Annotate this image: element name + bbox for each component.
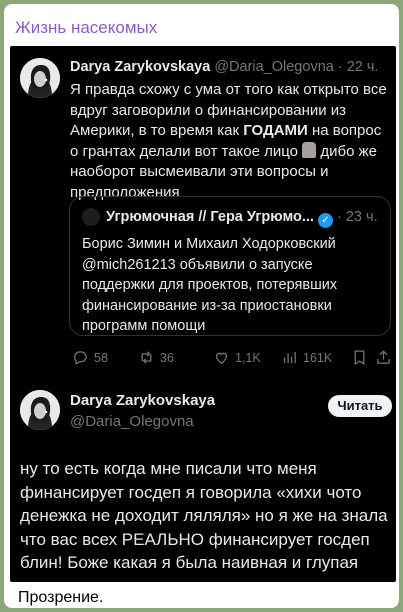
- quote-time: · 23 ч.: [337, 209, 378, 225]
- bookmark-button[interactable]: [351, 349, 368, 366]
- channel-name[interactable]: Жизнь насекомых: [15, 18, 157, 38]
- like-button[interactable]: 1,1K: [213, 349, 261, 366]
- tweet-text: Я правда схожу с ума от того как открыто…: [70, 80, 392, 203]
- quote-header: Угрюмочная // Гера Угрюмо... ✓ · 23 ч.: [106, 209, 378, 228]
- views-count: 161K: [303, 350, 333, 365]
- quoted-tweet[interactable]: Угрюмочная // Гера Угрюмо... ✓ · 23 ч. Б…: [69, 196, 391, 336]
- read-button[interactable]: Читать: [328, 395, 392, 417]
- reply-icon: [74, 351, 87, 366]
- like-count: 1,1K: [235, 350, 261, 365]
- tweet-header: Darya Zarykovskaya @Daria_Olegovna · 22 …: [70, 59, 378, 75]
- heart-icon: [215, 352, 228, 364]
- quote-text: Борис Зимин и Михаил Ходорковский @mich2…: [82, 236, 338, 334]
- avatar: [20, 390, 60, 430]
- tweet-text: ну то есть когда мне писали что меня фин…: [20, 459, 388, 572]
- verified-badge-icon: ✓: [317, 213, 333, 228]
- views-button[interactable]: 161K: [281, 349, 332, 366]
- retweet-count: 36: [160, 350, 174, 365]
- tweet-screenshot[interactable]: Darya Zarykovskaya @Daria_Olegovna · 22 …: [10, 46, 396, 582]
- author-name[interactable]: Darya Zarykovskaya: [70, 392, 215, 409]
- message-bubble: Жизнь насекомых Darya Zarykovskaya @Dari…: [4, 4, 399, 608]
- retweet-button[interactable]: 36: [138, 349, 174, 366]
- bookmark-icon: [354, 350, 365, 366]
- moai-emoji-icon: [302, 141, 317, 158]
- reply-count: 58: [94, 350, 108, 365]
- share-icon: [377, 350, 390, 364]
- tweet-time: · 22 ч.: [337, 59, 379, 75]
- author-name[interactable]: Darya Zarykovskaya: [70, 59, 210, 75]
- share-button[interactable]: [375, 349, 392, 366]
- author-handle[interactable]: @Daria_Olegovna: [70, 413, 194, 430]
- author-handle[interactable]: @Daria_Olegovna: [214, 59, 334, 75]
- avatar: [20, 58, 60, 98]
- tweet-actions: 58 36 1,1K 161K: [68, 349, 390, 371]
- tweet-text-bold: ГОДАМИ: [243, 122, 308, 139]
- quote-author-name: Угрюмочная // Гера Угрюмо...: [106, 209, 314, 225]
- retweet-icon: [141, 351, 152, 364]
- reply-button[interactable]: 58: [72, 349, 108, 366]
- views-icon: [283, 351, 296, 364]
- message-caption: Прозрение.: [18, 589, 104, 606]
- quote-avatar: [82, 208, 100, 226]
